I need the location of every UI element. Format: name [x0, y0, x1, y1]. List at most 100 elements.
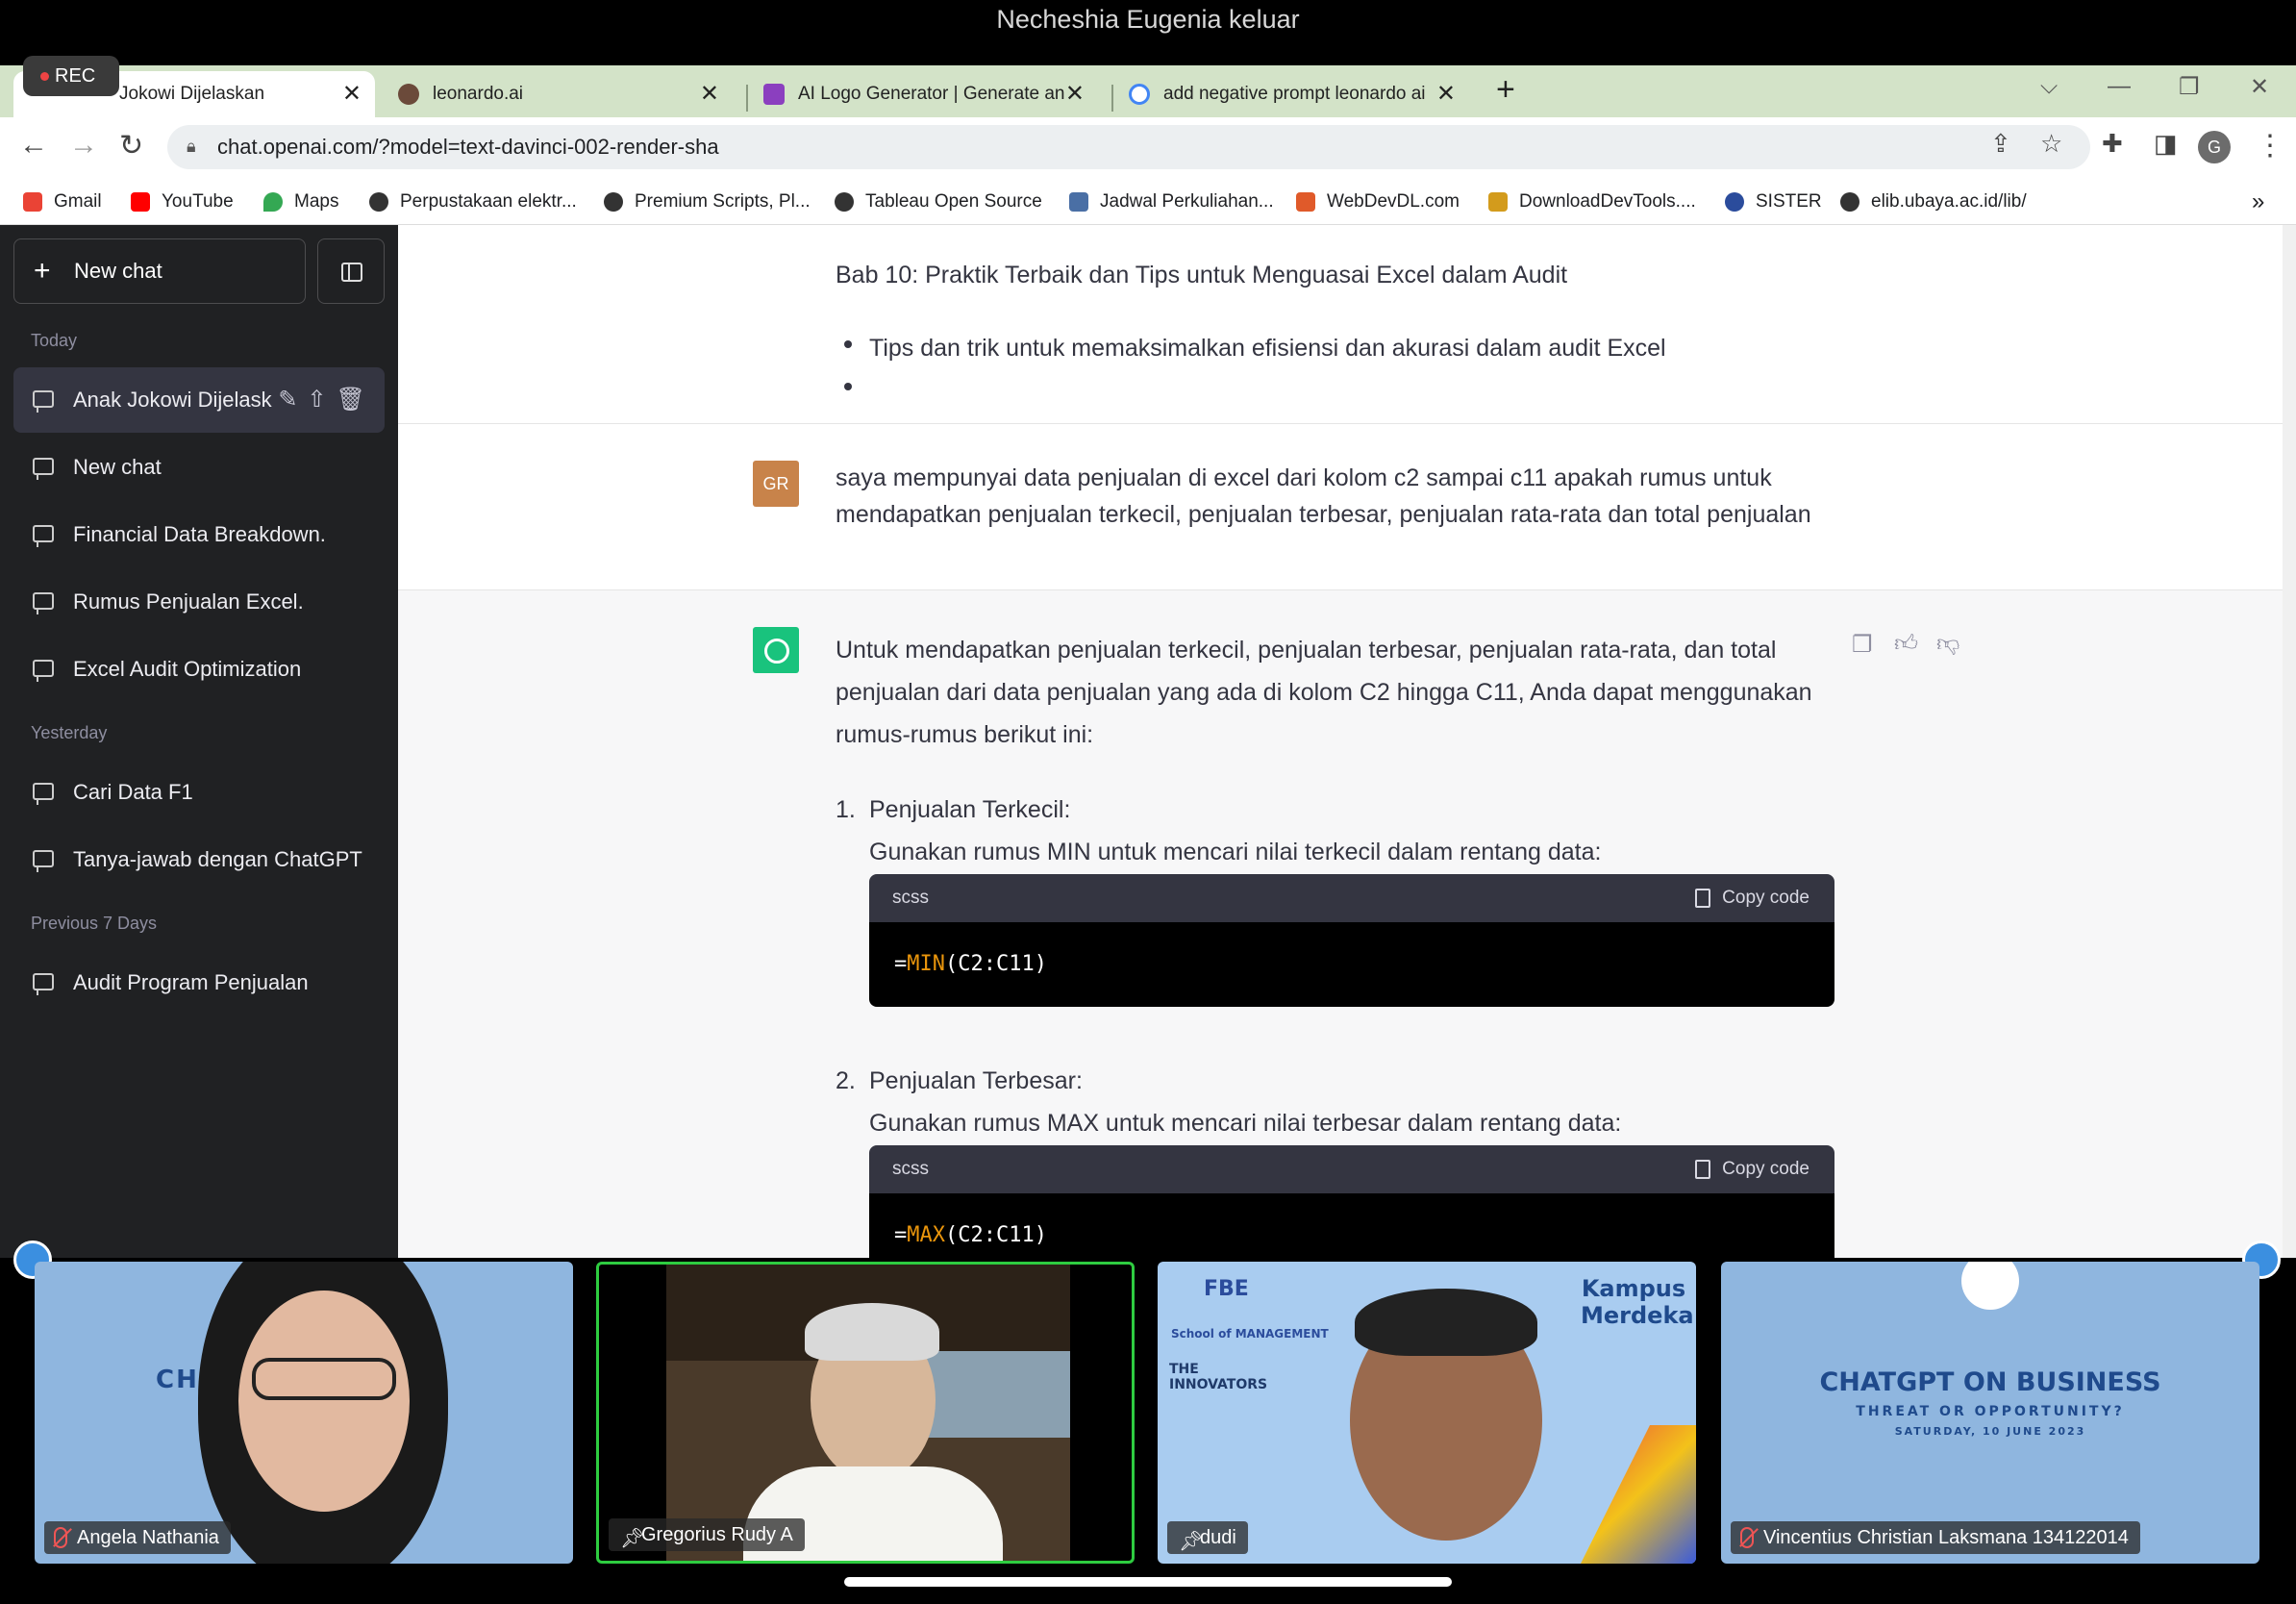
bookmark-elib[interactable]: elib.ubaya.ac.id/lib/: [1840, 183, 2027, 221]
sidebar-item-financial-data[interactable]: Financial Data Breakdown.: [13, 502, 385, 567]
copy-code-button[interactable]: Copy code: [1695, 874, 1809, 922]
extensions-puzzle-icon[interactable]: ✚: [2102, 129, 2123, 159]
share-icon[interactable]: ⇧: [307, 387, 336, 413]
address-url[interactable]: chat.openai.com/?model=text-davinci-002-…: [217, 135, 719, 160]
participant-face: [238, 1291, 410, 1512]
video-tile-vincentius[interactable]: CHATGPT ON BUSINESS THREAT OR OPPORTUNIT…: [1721, 1262, 2259, 1564]
video-tile-gregorius[interactable]: 📌︎ Gregorius Rudy A: [596, 1262, 1135, 1564]
sidebar-item-tanya-jawab[interactable]: Tanya-jawab dengan ChatGPT: [13, 827, 385, 892]
window-close-icon[interactable]: ✕: [2250, 73, 2269, 101]
rec-label: REC: [55, 65, 96, 87]
trash-icon[interactable]: 🗑︎: [337, 387, 375, 413]
tab-close-icon[interactable]: ✕: [700, 71, 719, 117]
chat-bubble-icon: [33, 390, 54, 413]
clipboard-icon: [1695, 1159, 1711, 1179]
new-chat-button[interactable]: + New chat: [13, 238, 306, 304]
sidebar-item-cari-data[interactable]: Cari Data F1: [13, 760, 385, 825]
home-indicator[interactable]: [844, 1577, 1452, 1587]
youtube-icon: [131, 191, 150, 212]
maps-pin-icon: [263, 191, 283, 212]
pin-icon: 📌︎: [620, 1528, 645, 1549]
thumbs-up-icon[interactable]: 👍︎: [1894, 631, 1918, 658]
muted-mic-icon: [54, 1527, 67, 1548]
thumbs-down-icon[interactable]: 👎︎: [1936, 631, 1959, 658]
browser-tab-strip: Jokowi Dijelaskan ✕ leonardo.ai ✕ AI Log…: [0, 65, 2296, 117]
decorative-graphic: [1581, 1425, 1696, 1564]
video-tile-angela[interactable]: CHA S Angela Nathania: [35, 1262, 573, 1564]
globe-icon: [604, 191, 623, 212]
bookmark-gmail[interactable]: Gmail: [23, 183, 102, 221]
sidebar-item-excel-audit[interactable]: Excel Audit Optimization: [13, 637, 385, 702]
sidebar-toggle-button[interactable]: [317, 238, 385, 304]
code-block-header: scss Copy code: [869, 874, 1834, 922]
side-panel-icon[interactable]: ◨: [2154, 129, 2178, 159]
tab-label: Jokowi Dijelaskan: [119, 84, 265, 104]
more-bookmarks-icon[interactable]: »: [2252, 183, 2264, 221]
bookmark-downloaddevtools[interactable]: DownloadDevTools....: [1488, 183, 1696, 221]
bookmark-perpustakaan[interactable]: Perpustakaan elektr...: [369, 183, 577, 221]
code-block-header: scss Copy code: [869, 1145, 1834, 1193]
tab-close-icon[interactable]: ✕: [342, 71, 362, 117]
banner-title: CHATGPT ON BUSINESS: [1819, 1367, 2161, 1397]
bookmark-maps[interactable]: Maps: [263, 183, 338, 221]
school-logo: School of MANAGEMENT: [1171, 1327, 1329, 1341]
tab-label: add negative prompt leonardo ai: [1163, 84, 1426, 104]
edit-pencil-icon[interactable]: ✎: [278, 387, 307, 413]
profile-avatar[interactable]: G: [2198, 131, 2231, 163]
bookmark-sister[interactable]: SISTER: [1725, 183, 1822, 221]
participant-hair: [805, 1303, 939, 1361]
chat-bubble-icon: [33, 783, 54, 805]
bookmark-premium-scripts[interactable]: Premium Scripts, Pl...: [604, 183, 811, 221]
google-favicon-icon: [1129, 83, 1150, 105]
sidebar-item-audit-program[interactable]: Audit Program Penjualan: [13, 950, 385, 1015]
forward-arrow-icon[interactable]: →: [69, 129, 98, 162]
copy-code-button[interactable]: Copy code: [1695, 1145, 1809, 1193]
chat-bubble-icon: [33, 660, 54, 682]
copy-clipboard-icon[interactable]: ❐: [1852, 631, 1873, 659]
kampus-merdeka-logo: Kampus Merdeka: [1581, 1275, 1694, 1329]
list-item-description: Gunakan rumus MIN untuk mencari nilai te…: [869, 839, 1602, 865]
tab-search-chevron-icon[interactable]: ⌵: [2040, 73, 2058, 100]
new-tab-button[interactable]: +: [1496, 71, 1515, 109]
fbe-logo: FBE: [1204, 1277, 1249, 1301]
chatgpt-logo-icon: [753, 627, 799, 673]
video-tile-dudi[interactable]: FBE School of MANAGEMENT THE INNOVATORS …: [1158, 1262, 1696, 1564]
tab-ai-logo-generator[interactable]: AI Logo Generator | Generate an ✕: [760, 71, 1098, 117]
minimize-icon[interactable]: —: [2108, 73, 2131, 100]
section-today: Today: [31, 331, 78, 350]
list-item-title: Penjualan Terbesar:: [869, 1067, 1083, 1094]
bookmark-star-icon[interactable]: ☆: [2040, 129, 2062, 159]
meeting-notification: Necheshia Eugenia keluar: [0, 0, 2296, 65]
banner-date: SATURDAY, 10 JUNE 2023: [1894, 1425, 2086, 1438]
user-avatar: GR: [753, 461, 799, 507]
share-icon[interactable]: ⇪: [1990, 129, 2011, 159]
restore-icon[interactable]: ❐: [2179, 73, 2200, 101]
tab-label: leonardo.ai: [433, 84, 524, 104]
lock-icon[interactable]: 🔒︎: [187, 137, 196, 157]
tab-close-icon[interactable]: ✕: [1436, 71, 1456, 117]
university-logo: [1961, 1262, 2019, 1310]
user-message-line: saya mempunyai data penjualan di excel d…: [836, 464, 1772, 491]
back-arrow-icon[interactable]: ←: [19, 129, 48, 162]
bookmark-tableau[interactable]: Tableau Open Source: [835, 183, 1042, 221]
tab-leonardo[interactable]: leonardo.ai ✕: [394, 71, 733, 117]
participant-name: 📌︎ dudi: [1167, 1521, 1248, 1554]
participant-name: Vincentius Christian Laksmana 134122014: [1731, 1521, 2140, 1554]
sidebar-item-anak-jokowi[interactable]: Anak Jokowi Dijelask ✎⇧🗑︎: [13, 367, 385, 433]
sidebar-item-rumus-penjualan[interactable]: Rumus Penjualan Excel.: [13, 569, 385, 635]
sidebar-item-new-chat[interactable]: New chat: [13, 435, 385, 500]
list-number: 1.: [836, 796, 856, 823]
bullet-dot: [844, 340, 852, 348]
bookmark-jadwal[interactable]: Jadwal Perkuliahan...: [1069, 183, 1274, 221]
browser-menu-icon[interactable]: ⋮: [2256, 129, 2284, 163]
user-message-line: mendapatkan penjualan terkecil, penjuala…: [836, 501, 1811, 528]
bookmark-youtube[interactable]: YouTube: [131, 183, 234, 221]
list-item-title: Penjualan Terkecil:: [869, 796, 1071, 823]
tab-google-search[interactable]: add negative prompt leonardo ai ✕: [1125, 71, 1469, 117]
bookmark-webdevdl[interactable]: WebDevDL.com: [1296, 183, 1460, 221]
list-number: 2.: [836, 1067, 856, 1094]
bullet-text: Tips dan trik untuk memaksimalkan efisie…: [869, 335, 1666, 362]
reload-icon[interactable]: ↻: [119, 129, 143, 163]
tab-separator: [746, 85, 748, 112]
tab-close-icon[interactable]: ✕: [1065, 71, 1085, 117]
